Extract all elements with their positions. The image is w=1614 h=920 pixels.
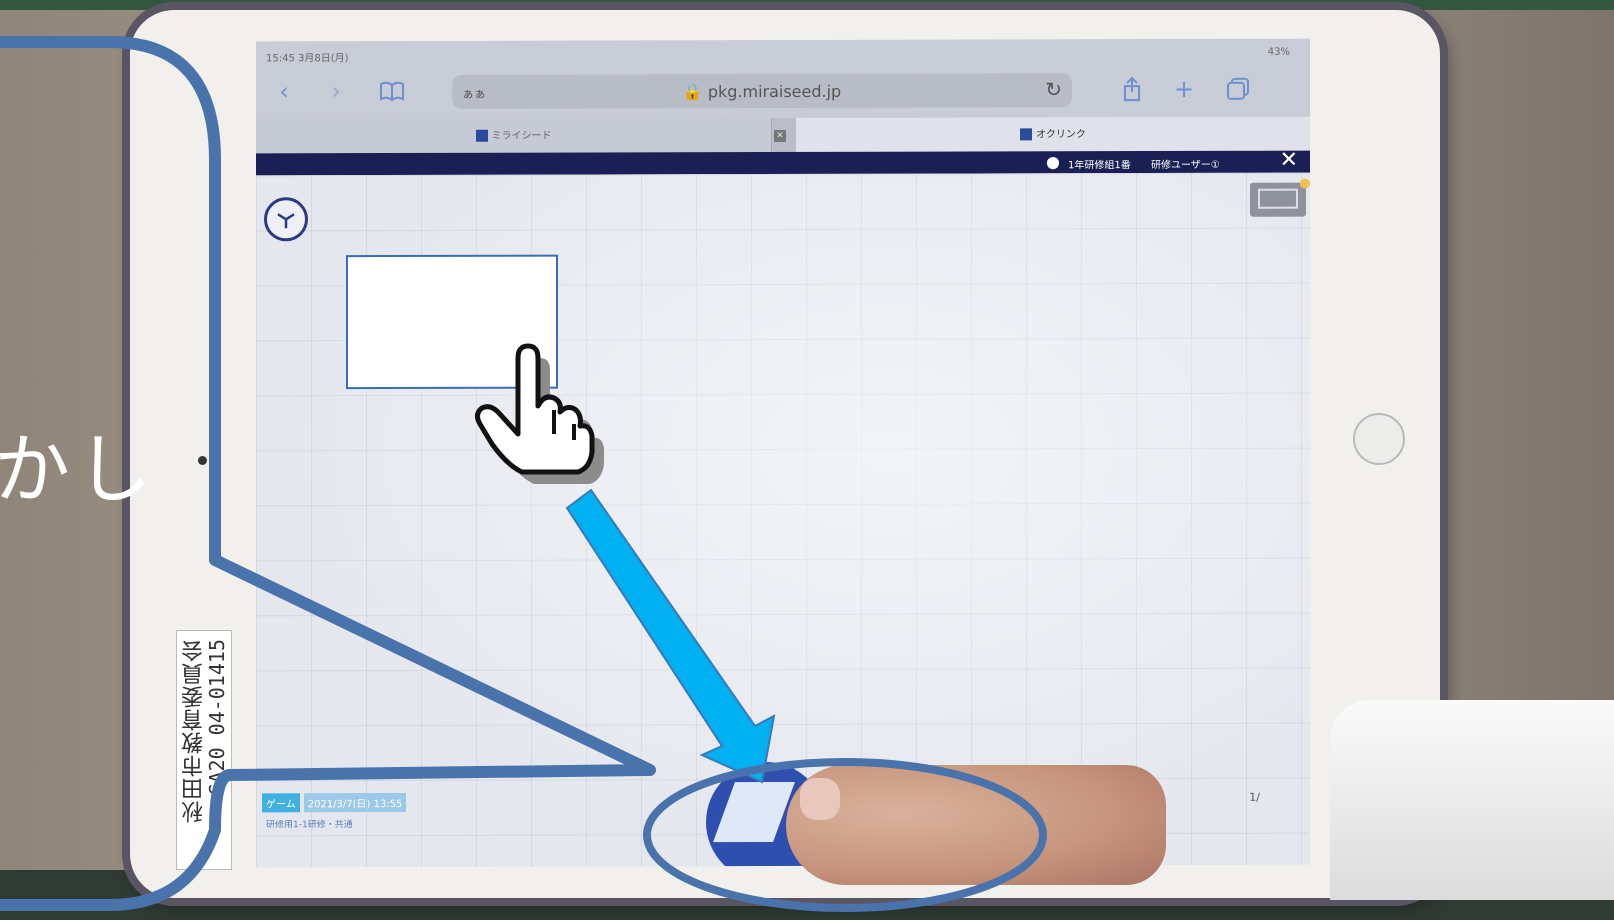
- arrow-icon: [565, 488, 776, 784]
- caption-fragment: かし: [0, 425, 158, 514]
- hand-pointer-icon: [474, 343, 604, 484]
- highlight-ellipse: [643, 758, 1047, 912]
- instruction-overlay: [0, 36, 1047, 912]
